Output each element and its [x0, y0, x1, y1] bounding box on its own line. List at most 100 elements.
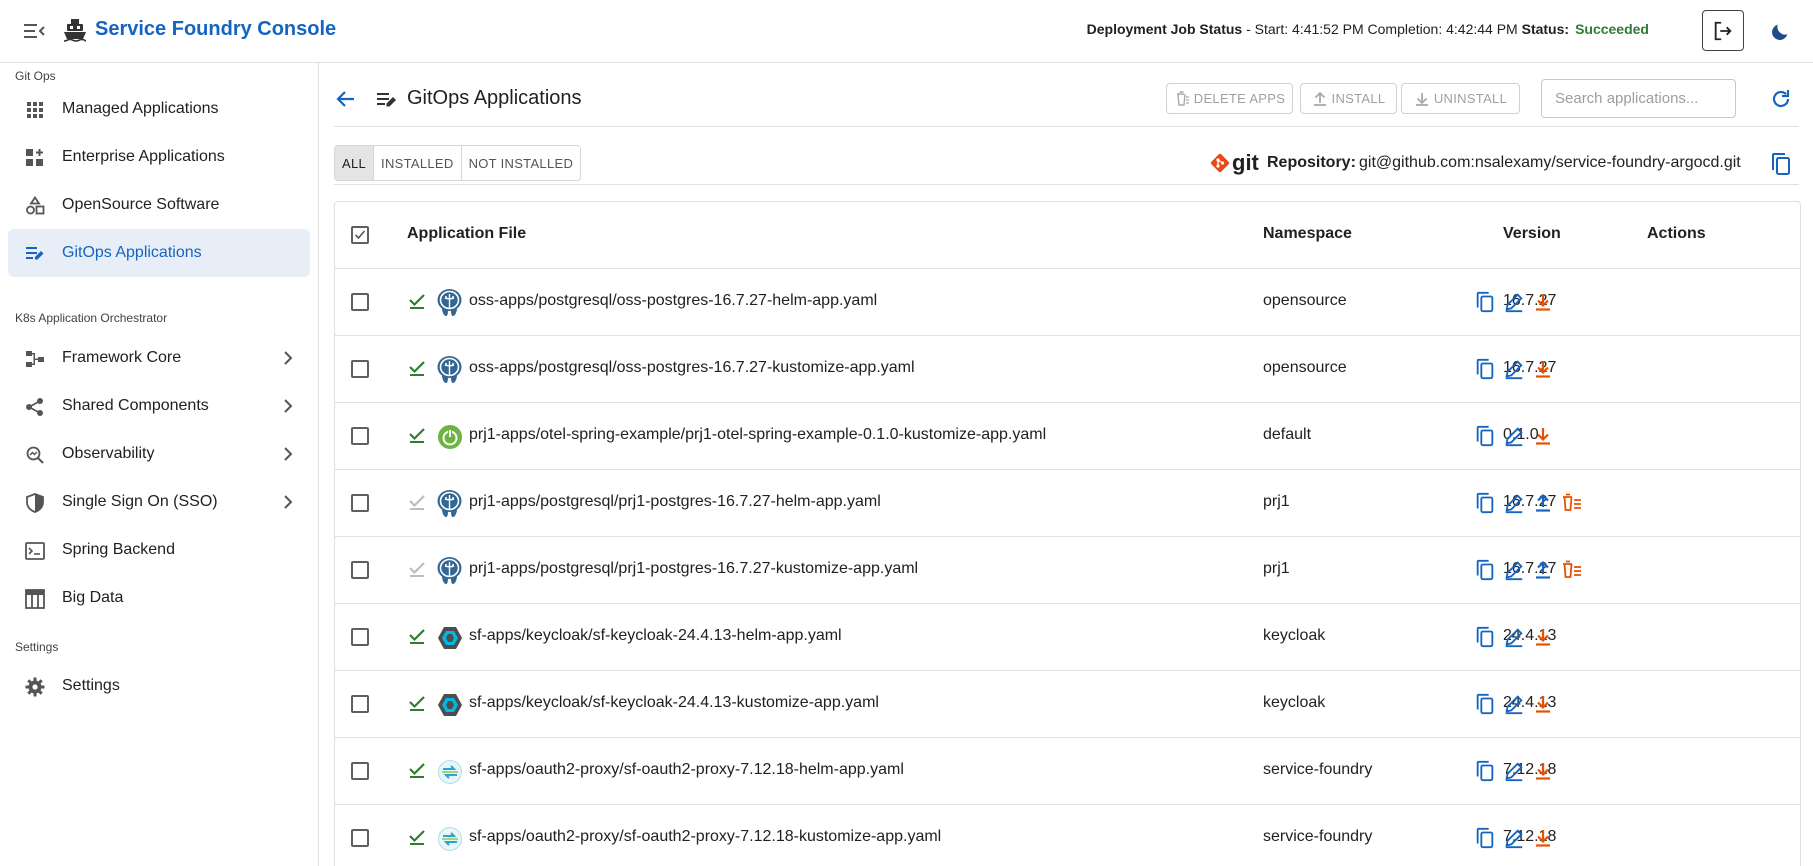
edit-icon[interactable]: [1502, 826, 1526, 850]
sidebar-item-opensource-software[interactable]: OpenSource Software: [8, 181, 310, 229]
sidebar-item-managed-applications[interactable]: Managed Applications: [8, 85, 310, 133]
uninstall-app-icon[interactable]: [1531, 759, 1555, 783]
delete-app-icon[interactable]: [1560, 491, 1584, 515]
uninstall-app-icon[interactable]: [1531, 357, 1555, 381]
application-file[interactable]: sf-apps/oauth2-proxy/sf-oauth2-proxy-7.1…: [469, 761, 904, 779]
uninstall-app-icon[interactable]: [1531, 290, 1555, 314]
row-checkbox[interactable]: [351, 829, 369, 847]
uninstall-app-icon[interactable]: [1531, 692, 1555, 716]
select-all-checkbox[interactable]: [351, 226, 369, 244]
application-file[interactable]: prj1-apps/otel-spring-example/prj1-otel-…: [469, 426, 1046, 444]
filter-not-installed[interactable]: NOT INSTALLED: [461, 146, 581, 180]
row-checkbox[interactable]: [351, 762, 369, 780]
app-header: Service Foundry Console Deployment Job S…: [0, 0, 1813, 63]
application-file[interactable]: oss-apps/postgresql/oss-postgres-16.7.27…: [469, 292, 877, 310]
sidebar-item-framework-core[interactable]: Framework Core: [8, 334, 310, 382]
uninstall-app-icon[interactable]: [1531, 826, 1555, 850]
edit-icon[interactable]: [1502, 357, 1526, 381]
table-row[interactable]: prj1-apps/postgresql/prj1-postgres-16.7.…: [335, 470, 1800, 537]
share-icon: [24, 396, 46, 418]
application-file[interactable]: sf-apps/keycloak/sf-keycloak-24.4.13-kus…: [469, 694, 879, 712]
back-arrow-icon[interactable]: [334, 87, 358, 111]
delete-app-icon[interactable]: [1560, 558, 1584, 582]
delete-apps-label: DELETE APPS: [1193, 91, 1286, 106]
sidebar-item-big-data[interactable]: Big Data: [8, 574, 310, 622]
copy-icon[interactable]: [1473, 357, 1497, 381]
logout-button[interactable]: [1702, 10, 1744, 51]
edit-icon[interactable]: [1502, 424, 1526, 448]
download-icon: [1415, 92, 1428, 106]
git-logo-icon: [1210, 153, 1230, 173]
application-file[interactable]: sf-apps/oauth2-proxy/sf-oauth2-proxy-7.1…: [469, 828, 941, 846]
uninstall-app-icon[interactable]: [1531, 424, 1555, 448]
install-button[interactable]: INSTALL: [1300, 83, 1397, 114]
sidebar-item-label: Managed Applications: [62, 100, 219, 117]
table-row[interactable]: sf-apps/keycloak/sf-keycloak-24.4.13-hel…: [335, 604, 1800, 671]
sidebar-item-gitops-applications[interactable]: GitOps Applications: [8, 229, 310, 277]
edit-icon[interactable]: [1502, 759, 1526, 783]
column-header-file[interactable]: Application File: [407, 225, 526, 243]
installed-check-icon: [408, 291, 426, 311]
table-row[interactable]: prj1-apps/otel-spring-example/prj1-otel-…: [335, 403, 1800, 470]
table-row[interactable]: sf-apps/keycloak/sf-keycloak-24.4.13-kus…: [335, 671, 1800, 738]
application-file[interactable]: prj1-apps/postgresql/prj1-postgres-16.7.…: [469, 560, 918, 578]
edit-icon[interactable]: [1502, 692, 1526, 716]
row-checkbox[interactable]: [351, 360, 369, 378]
delete-apps-button[interactable]: DELETE APPS: [1166, 83, 1293, 114]
copy-icon[interactable]: [1473, 759, 1497, 783]
keycloak-icon: [433, 688, 466, 721]
copy-icon[interactable]: [1473, 424, 1497, 448]
row-checkbox[interactable]: [351, 494, 369, 512]
sidebar-item-label: GitOps Applications: [62, 244, 202, 261]
copy-icon[interactable]: [1473, 826, 1497, 850]
table-row[interactable]: oss-apps/postgresql/oss-postgres-16.7.27…: [335, 269, 1800, 336]
sidebar-item-label: Settings: [62, 677, 120, 694]
sidebar-item-spring-backend[interactable]: Spring Backend: [8, 526, 310, 574]
column-header-version[interactable]: Version: [1503, 225, 1561, 243]
row-checkbox[interactable]: [351, 427, 369, 445]
copy-icon[interactable]: [1473, 558, 1497, 582]
copy-icon[interactable]: [1769, 151, 1793, 177]
application-file[interactable]: prj1-apps/postgresql/prj1-postgres-16.7.…: [469, 493, 881, 511]
search-input[interactable]: [1541, 79, 1736, 118]
copy-icon[interactable]: [1473, 625, 1497, 649]
table-row[interactable]: sf-apps/oauth2-proxy/sf-oauth2-proxy-7.1…: [335, 805, 1800, 866]
row-checkbox[interactable]: [351, 628, 369, 646]
refresh-icon[interactable]: [1769, 87, 1793, 111]
row-checkbox[interactable]: [351, 695, 369, 713]
table-row[interactable]: oss-apps/postgresql/oss-postgres-16.7.27…: [335, 336, 1800, 403]
copy-icon[interactable]: [1473, 491, 1497, 515]
edit-icon[interactable]: [1502, 625, 1526, 649]
row-checkbox[interactable]: [351, 293, 369, 311]
sidebar-item-settings[interactable]: Settings: [8, 662, 310, 710]
edit-icon[interactable]: [1502, 491, 1526, 515]
menu-collapse-icon[interactable]: [22, 19, 48, 43]
uninstall-app-icon[interactable]: [1531, 625, 1555, 649]
filter-installed[interactable]: INSTALLED: [374, 146, 462, 180]
sidebar-item-label: Spring Backend: [62, 541, 175, 558]
sidebar-item-enterprise-applications[interactable]: Enterprise Applications: [8, 133, 310, 181]
edit-icon[interactable]: [1502, 558, 1526, 582]
job-status-label: Deployment Job Status: [1086, 21, 1243, 37]
install-app-icon[interactable]: [1531, 558, 1555, 582]
sidebar-item-observability[interactable]: Observability: [8, 430, 310, 478]
table-row[interactable]: sf-apps/oauth2-proxy/sf-oauth2-proxy-7.1…: [335, 738, 1800, 805]
table-row[interactable]: prj1-apps/postgresql/prj1-postgres-16.7.…: [335, 537, 1800, 604]
row-checkbox[interactable]: [351, 561, 369, 579]
column-header-namespace[interactable]: Namespace: [1263, 225, 1352, 243]
edit-icon[interactable]: [1502, 290, 1526, 314]
sidebar-item-shared-components[interactable]: Shared Components: [8, 382, 310, 430]
copy-icon[interactable]: [1473, 290, 1497, 314]
sidebar-item-label: Observability: [62, 445, 155, 462]
filter-all[interactable]: ALL: [335, 146, 375, 180]
install-app-icon[interactable]: [1531, 491, 1555, 515]
installed-check-icon: [408, 626, 426, 646]
sidebar-item-sso[interactable]: Single Sign On (SSO): [8, 478, 310, 526]
uninstall-label: UNINSTALL: [1433, 91, 1508, 106]
copy-icon[interactable]: [1473, 692, 1497, 716]
dark-mode-toggle[interactable]: [1766, 18, 1794, 46]
application-file[interactable]: sf-apps/keycloak/sf-keycloak-24.4.13-hel…: [469, 627, 842, 645]
search-insights-icon: [24, 444, 46, 466]
application-file[interactable]: oss-apps/postgresql/oss-postgres-16.7.27…: [469, 359, 915, 377]
uninstall-button[interactable]: UNINSTALL: [1401, 83, 1520, 114]
